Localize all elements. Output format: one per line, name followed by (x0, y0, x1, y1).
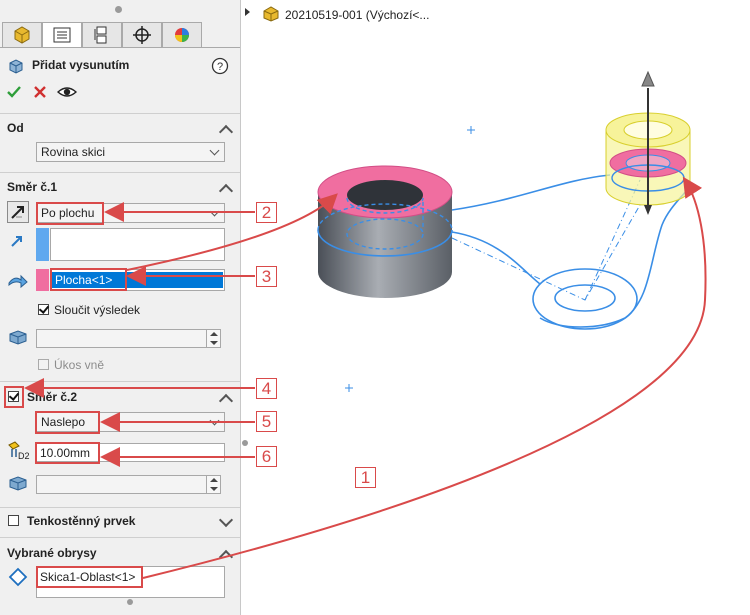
callout-number-4: 4 (256, 378, 277, 399)
callout-number-5: 5 (256, 411, 277, 432)
callout-number-3: 3 (256, 266, 277, 287)
callout-number-1: 1 (355, 467, 376, 488)
callout-number-6: 6 (256, 446, 277, 467)
callout-arrows (24, 176, 707, 579)
callout-number-2: 2 (256, 202, 277, 223)
